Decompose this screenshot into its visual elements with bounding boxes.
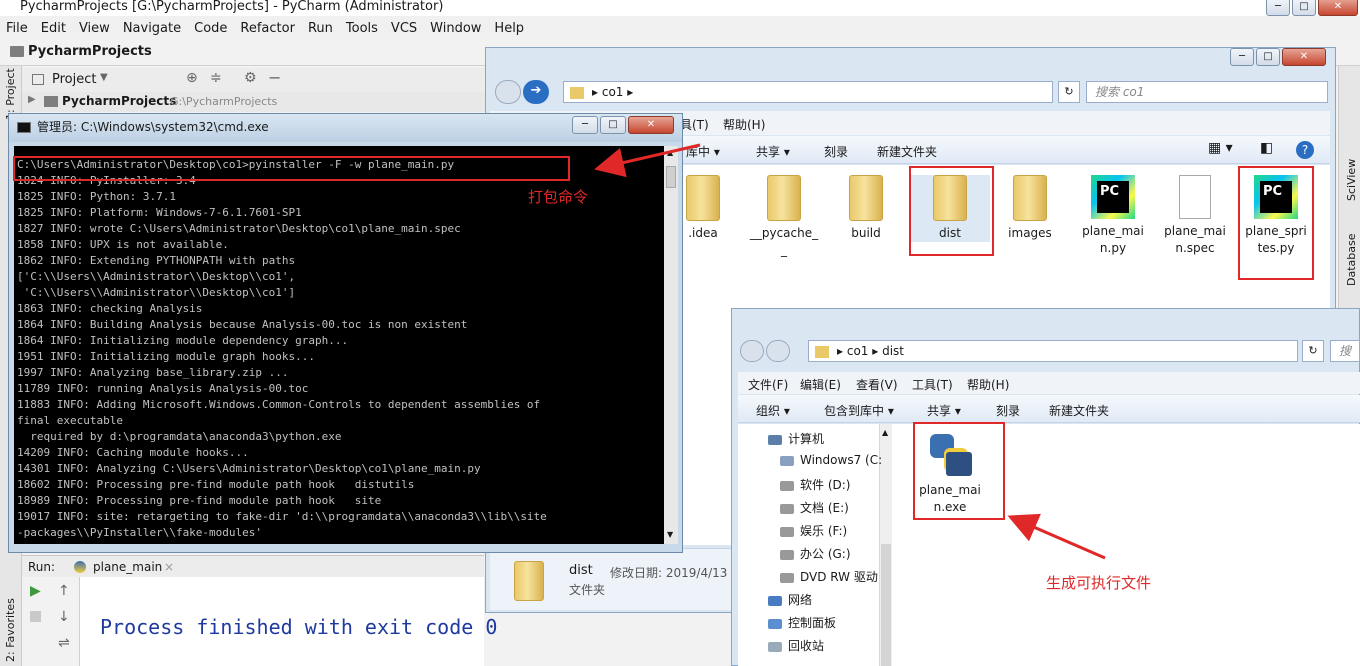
annotation-arrows — [594, 143, 1106, 560]
arrow-to-command — [594, 143, 701, 178]
arrow-to-exe — [1007, 513, 1106, 560]
